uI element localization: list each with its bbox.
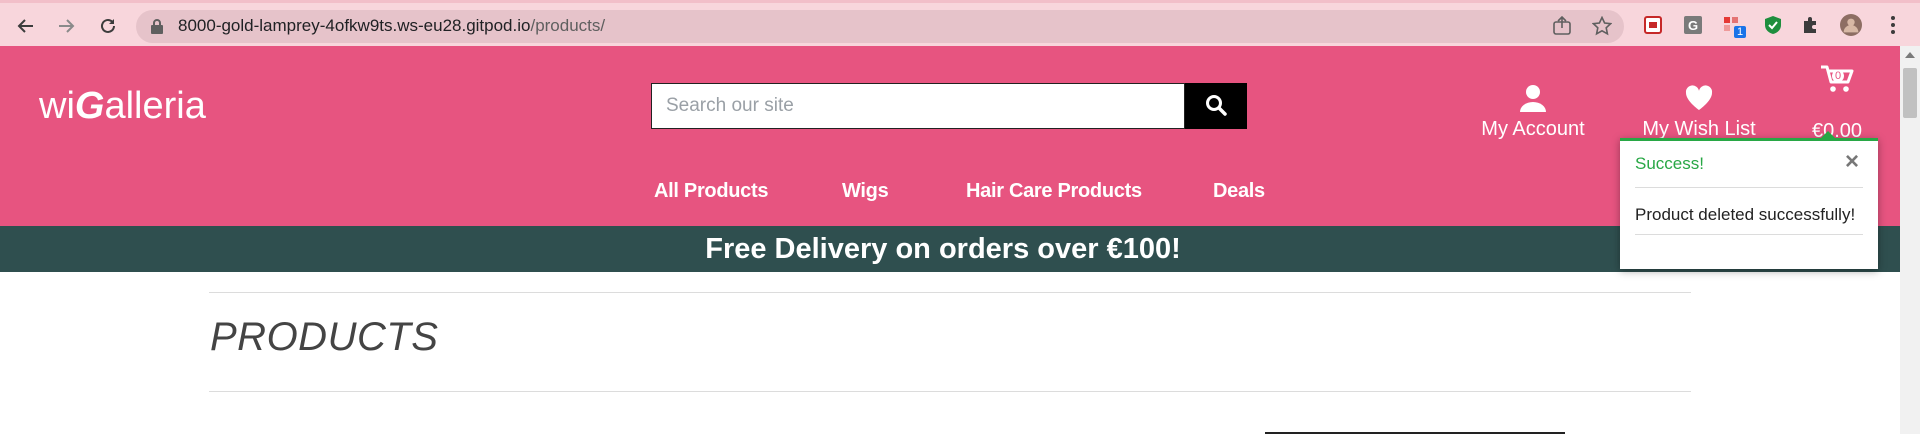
reload-icon[interactable] — [94, 12, 122, 40]
wish-list-link[interactable]: My Wish List — [1640, 84, 1758, 141]
extension-icon[interactable] — [1762, 14, 1784, 36]
url-text[interactable]: 8000-gold-lamprey-4ofkw9ts.ws-eu28.gitpo… — [178, 16, 605, 36]
page-title: PRODUCTS — [210, 315, 439, 359]
extension-badge: 1 — [1734, 26, 1747, 38]
user-icon — [1480, 84, 1586, 114]
puzzle-icon[interactable] — [1800, 14, 1822, 36]
svg-text:G: G — [1688, 18, 1698, 33]
toast-divider — [1635, 187, 1863, 188]
share-icon[interactable] — [1552, 15, 1572, 41]
scroll-thumb[interactable] — [1903, 68, 1917, 118]
page-scrollbar[interactable] — [1900, 46, 1920, 434]
delivery-banner-text: Free Delivery on orders over €100! — [705, 232, 1181, 265]
extension-icon[interactable]: G — [1682, 14, 1704, 36]
toast-close-button[interactable]: × — [1845, 148, 1859, 176]
logo-g: G — [74, 85, 105, 127]
toast-arrow-icon — [1820, 131, 1836, 139]
my-account-link[interactable]: My Account — [1480, 84, 1586, 141]
extension-icon[interactable]: 1 — [1722, 14, 1747, 38]
divider-top — [209, 292, 1691, 293]
profile-avatar[interactable] — [1840, 14, 1862, 36]
cart-count: 0 — [1832, 70, 1845, 82]
back-arrow-icon[interactable] — [12, 12, 40, 40]
browser-toolbar: 8000-gold-lamprey-4ofkw9ts.ws-eu28.gitpo… — [0, 0, 1920, 46]
search-button[interactable] — [1185, 83, 1247, 129]
forward-arrow-icon[interactable] — [52, 12, 80, 40]
toast-message: Product deleted successfully! — [1635, 205, 1856, 224]
nav-all-products[interactable]: All Products — [654, 180, 769, 203]
toast-divider — [1635, 234, 1863, 235]
success-toast: Success! × Product deleted successfully! — [1620, 131, 1878, 269]
search-icon — [1205, 94, 1227, 119]
heart-icon — [1640, 84, 1758, 114]
search-input[interactable] — [651, 83, 1185, 129]
divider-bottom — [209, 391, 1691, 392]
cart-icon: 0 — [1802, 64, 1872, 100]
nav-hair-care-products[interactable]: Hair Care Products — [966, 180, 1142, 203]
scroll-up-arrow-icon[interactable] — [1905, 52, 1915, 58]
logo-suffix: alleria — [104, 85, 206, 127]
cart-link[interactable]: 0 €0.00 — [1802, 64, 1872, 143]
lock-icon[interactable] — [150, 18, 164, 39]
menu-kebab-icon[interactable] — [1882, 14, 1904, 36]
site-logo[interactable]: wiGalleria — [39, 85, 206, 128]
nav-wigs[interactable]: Wigs — [842, 180, 889, 203]
toast-title: Success! — [1635, 154, 1704, 173]
star-icon[interactable] — [1591, 15, 1613, 41]
search-form — [651, 83, 1247, 129]
my-account-label: My Account — [1481, 118, 1585, 140]
logo-prefix: wi — [39, 85, 75, 127]
url-path: /products/ — [530, 16, 606, 35]
url-host: 8000-gold-lamprey-4ofkw9ts.ws-eu28.gitpo… — [178, 16, 531, 35]
nav-deals[interactable]: Deals — [1213, 180, 1265, 203]
extension-icon[interactable] — [1642, 14, 1664, 36]
